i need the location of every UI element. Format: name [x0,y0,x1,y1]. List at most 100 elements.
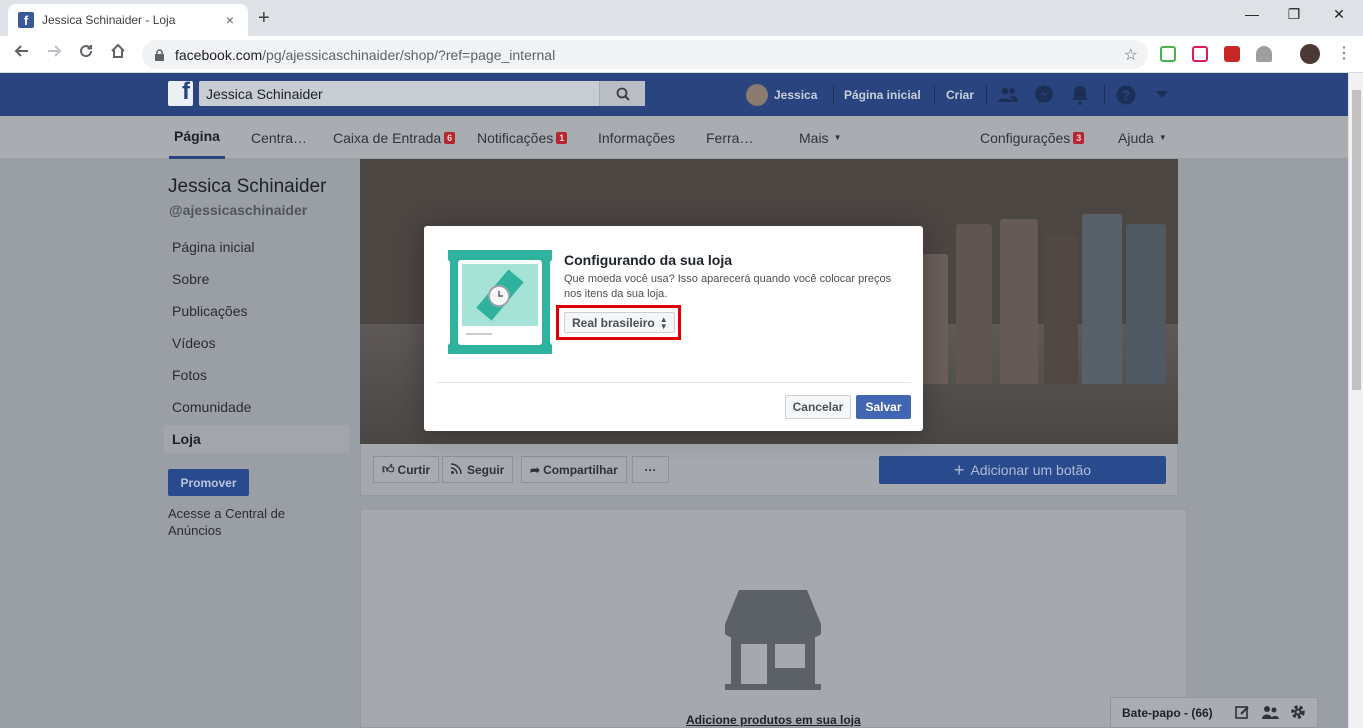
inbox-count-badge: 6 [444,131,456,144]
account-menu-chevron-down-icon[interactable] [1151,84,1173,106]
forward-button[interactable] [42,43,66,64]
follow-label: Seguir [467,462,505,477]
caret-down-icon: ▼ [833,133,842,142]
cover-book [1082,214,1122,384]
extension-2-icon[interactable] [1192,46,1208,62]
back-button[interactable] [10,43,34,64]
promote-button[interactable]: Promover [168,469,249,496]
share-button[interactable]: ➦ Compartilhar [521,456,627,483]
tab-settings-label: Configurações [980,129,1071,146]
home-button[interactable] [106,43,130,64]
url-field[interactable]: facebook.com/pg/ajessicaschinaider/shop/… [142,40,1148,69]
shop-closed-icon [725,590,821,690]
reload-button[interactable] [74,43,98,64]
tab-more-label: Mais [799,129,829,146]
group-chat-icon[interactable] [1262,705,1279,723]
home-icon [111,43,125,58]
profile-link[interactable]: Jessica [746,73,817,116]
new-tab-button[interactable]: + [258,8,270,28]
highlight-annotation [556,305,681,340]
like-label: Curtir [397,462,431,477]
extension-3-icon[interactable] [1224,46,1240,62]
close-tab-icon[interactable]: × [222,12,238,28]
save-button[interactable]: Salvar [856,395,911,419]
sidebar-item-photos[interactable]: Fotos [172,367,207,383]
tab-notifications[interactable]: Notificações 1 [477,116,568,159]
divider [833,85,834,105]
tab-central[interactable]: Centra… [251,116,307,159]
ads-center-link[interactable]: Acesse a Central de Anúncios [168,505,318,539]
tab-more[interactable]: Mais ▼ [799,116,841,159]
extension-4-icon[interactable] [1256,46,1272,62]
arrow-left-icon [14,45,28,57]
dialog-title: Configurando da sua loja [564,252,733,268]
notifications-bell-icon[interactable] [1069,84,1091,106]
cancel-button[interactable]: Cancelar [785,395,851,419]
home-link[interactable]: Página inicial [844,73,921,116]
gear-icon[interactable] [1290,704,1306,723]
shop-panel [360,509,1187,728]
compose-icon[interactable] [1235,705,1250,723]
profile-avatar[interactable] [1300,44,1320,64]
browser-tab-title: Jessica Schinaider - Loja [42,13,176,27]
follow-button[interactable]: Seguir [442,456,514,483]
help-icon[interactable]: ? [1115,84,1137,106]
tab-help-label: Ajuda [1118,129,1154,146]
browser-tab-strip: f Jessica Schinaider - Loja × + — ❐ ✕ [0,0,1363,36]
minimize-window-button[interactable]: — [1237,6,1267,22]
more-actions-button[interactable]: ··· [632,456,669,483]
sidebar-item-home[interactable]: Página inicial [172,239,255,255]
svg-text:?: ? [1122,87,1131,103]
facebook-logo-icon[interactable]: f [168,81,193,106]
bookmark-star-icon[interactable]: ☆ [1124,45,1138,65]
page-title[interactable]: Jessica Schinaider [168,176,326,198]
settings-count-badge: 3 [1073,131,1085,144]
cover-book [956,224,992,384]
messenger-icon[interactable] [1033,84,1055,106]
chrome-menu-icon[interactable]: ⋮ [1336,45,1352,63]
dialog-divider [436,382,911,383]
page-tabs: Página Centra… Caixa de Entrada 6 Notific… [0,116,1348,159]
search-icon [616,87,630,101]
thumbs-up-icon: 👍︎ [382,462,395,476]
sidebar-item-posts[interactable]: Publicações [172,303,248,319]
tab-notifications-label: Notificações [477,129,554,146]
extension-1-icon[interactable] [1160,46,1176,62]
shop-illustration [448,250,552,354]
chat-bar[interactable]: Bate-papo - (66) [1110,697,1318,728]
browser-tab[interactable]: f Jessica Schinaider - Loja × [8,4,248,36]
facebook-search-input[interactable]: Jessica Schinaider [199,81,645,106]
sidebar-item-community[interactable]: Comunidade [172,399,251,415]
add-button-cta[interactable]: + Adicionar um botão [879,456,1166,484]
chat-label: Bate-papo - (66) [1122,705,1213,720]
create-link[interactable]: Criar [946,73,974,116]
sidebar-item-shop[interactable]: Loja [164,425,349,453]
cover-book [1000,219,1038,384]
page-handle[interactable]: @ajessicaschinaider [169,202,307,218]
plus-icon: + [953,459,965,480]
sidebar-item-about[interactable]: Sobre [172,271,209,287]
cover-book [1044,234,1078,384]
tab-tools[interactable]: Ferra… [706,116,753,159]
close-window-button[interactable]: ✕ [1324,6,1354,23]
tab-help[interactable]: Ajuda ▼ [1118,116,1167,159]
search-value: Jessica Schinaider [206,85,323,102]
tab-settings[interactable]: Configurações 3 [980,116,1085,159]
shop-empty-text[interactable]: Adicione produtos em sua loja [686,713,861,727]
share-label: Compartilhar [543,462,618,477]
friend-requests-icon[interactable] [997,84,1019,106]
tab-info[interactable]: Informações [598,116,675,159]
lock-icon [154,48,165,61]
like-button[interactable]: 👍︎ Curtir [373,456,440,483]
share-arrow-icon: ➦ [530,462,541,477]
shop-setup-dialog: Configurando da sua loja Que moeda você … [424,226,923,431]
tab-pagina[interactable]: Página [169,116,225,159]
page-scrollbar[interactable] [1348,73,1363,728]
scrollbar-thumb[interactable] [1352,90,1361,390]
search-button[interactable] [599,81,645,106]
caret-down-icon: ▼ [1158,133,1167,142]
tab-inbox[interactable]: Caixa de Entrada 6 [333,116,456,159]
sidebar-item-videos[interactable]: Vídeos [172,335,216,351]
cover-book [1126,224,1166,384]
maximize-window-button[interactable]: ❐ [1279,6,1309,23]
